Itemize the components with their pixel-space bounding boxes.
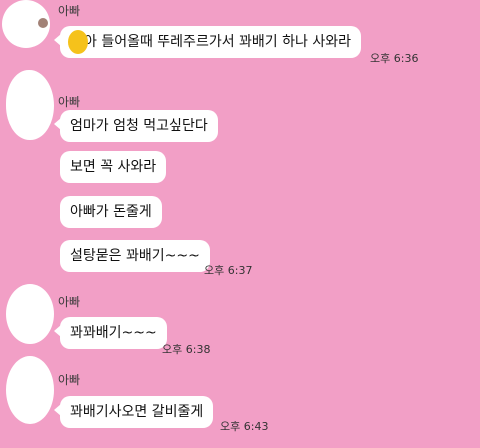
sender-name: 아빠 <box>58 4 81 18</box>
message-time: 오후 6:37 <box>204 264 253 277</box>
message-time: 오후 6:36 <box>370 52 419 65</box>
message-time: 오후 6:38 <box>162 343 211 356</box>
message-bubble[interactable]: 설탕묻은 꽈배기~~~ <box>60 240 210 272</box>
sender-avatar[interactable] <box>6 284 54 344</box>
sender-name: 아빠 <box>58 95 81 109</box>
message-bubble[interactable]: 아빠가 돈줄게 <box>60 196 162 228</box>
message-bubble[interactable]: 보면 꼭 사와라 <box>60 151 167 183</box>
message-bubble[interactable]: 아 들어올때 뚜레주르가서 꽈배기 하나 사와라 <box>54 26 361 58</box>
message-bubble[interactable]: 엄마가 엄청 먹고싶단다 <box>54 110 218 142</box>
sender-name: 아빠 <box>58 295 81 309</box>
redaction-smudge <box>68 30 88 54</box>
sender-avatar[interactable] <box>6 70 54 140</box>
message-time: 오후 6:43 <box>220 420 269 433</box>
sender-avatar[interactable] <box>2 0 50 48</box>
avatar-photo-hint <box>38 18 48 28</box>
sender-name: 아빠 <box>58 373 81 387</box>
sender-avatar[interactable] <box>6 356 54 424</box>
message-bubble[interactable]: 꽈배기사오면 갈비줄게 <box>53 396 214 428</box>
message-bubble[interactable]: 꽈꽈배기~~~ <box>54 317 167 349</box>
